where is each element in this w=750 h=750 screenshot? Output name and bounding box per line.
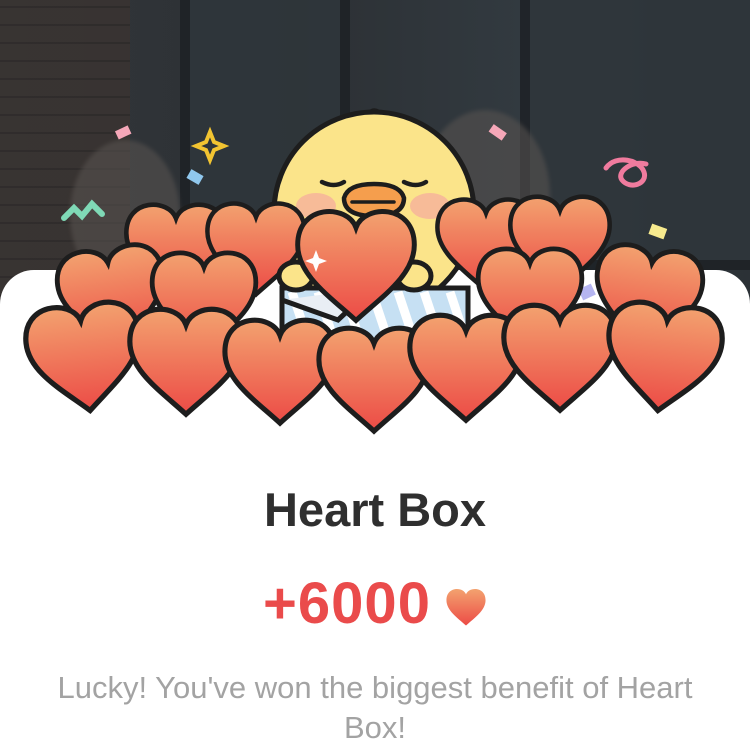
reward-amount: +6000 — [263, 570, 431, 636]
chick-with-hearts-icon — [0, 108, 750, 470]
reward-amount-row: +6000 — [0, 568, 750, 638]
modal-title: Heart Box — [263, 483, 486, 536]
reward-message: Lucky! You've won the biggest benefit of… — [57, 670, 693, 745]
heart-icon — [446, 589, 486, 626]
